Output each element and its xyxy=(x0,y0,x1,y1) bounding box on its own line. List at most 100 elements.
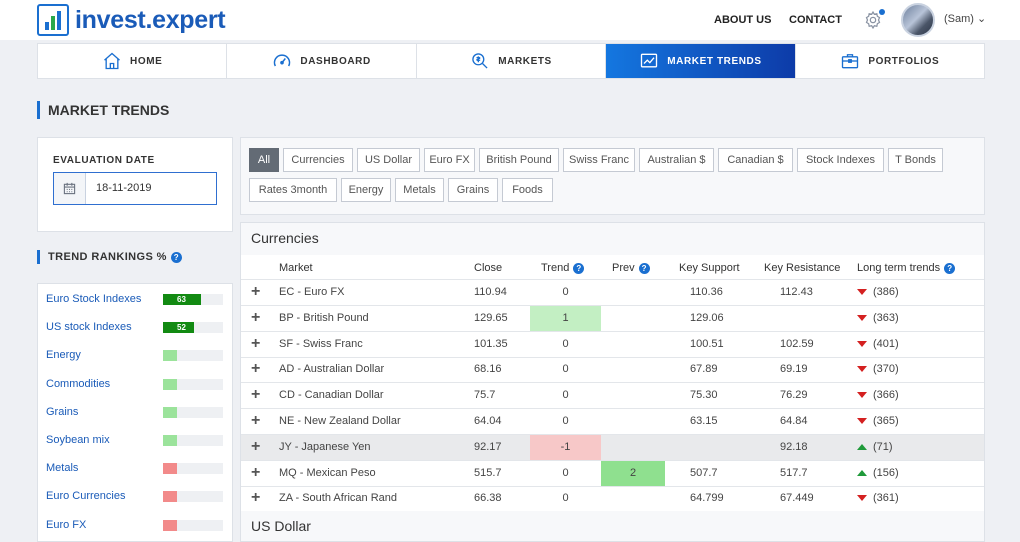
ranking-item[interactable]: Euro FX -23 xyxy=(38,511,234,539)
filter-energy[interactable]: Energy xyxy=(341,178,391,202)
ranking-bar: 12 xyxy=(163,378,223,390)
cell-prev: 2 xyxy=(601,460,665,486)
table-row[interactable]: + SF - Swiss Franc 101.35 0 100.51 102.59 (401… xyxy=(241,332,984,358)
tab-market-trends[interactable]: MARKET TRENDS xyxy=(606,44,796,78)
contact-link[interactable]: CONTACT xyxy=(789,14,842,26)
tab-home[interactable]: HOME xyxy=(38,44,228,78)
expand-plus-icon[interactable]: + xyxy=(251,306,260,330)
ranking-fill: 6 xyxy=(163,406,177,418)
ranking-fill: -20 xyxy=(163,463,177,475)
cell-close: 110.94 xyxy=(474,286,507,298)
ranking-item[interactable]: Energy 24 xyxy=(38,341,234,369)
table-row[interactable]: + NE - New Zealand Dollar 64.04 0 63.15 64.84… xyxy=(241,409,984,435)
page-title: MARKET TRENDS xyxy=(37,101,169,119)
table-row[interactable]: + MQ - Mexican Peso 515.7 0 2 507.7 517.7 (156) xyxy=(241,460,984,487)
cell-long-term: (363) xyxy=(857,306,899,331)
brand-logo[interactable]: invest.expert xyxy=(37,4,226,36)
cell-key-support: 507.7 xyxy=(690,466,718,479)
table-row[interactable]: + JY - Japanese Yen 92.17 -1 92.18 (71) xyxy=(241,434,984,461)
header-prev-label: Prev xyxy=(612,262,635,274)
expand-plus-icon[interactable]: + xyxy=(251,486,260,510)
long-term-count: (386) xyxy=(873,286,899,298)
ranking-item[interactable]: US stock Indexes 52 xyxy=(38,313,234,341)
expand-plus-icon[interactable]: + xyxy=(251,332,260,356)
ranking-name[interactable]: US stock Indexes xyxy=(46,321,132,333)
calendar-icon[interactable] xyxy=(54,173,86,204)
filter-canadian[interactable]: Canadian $ xyxy=(718,148,793,172)
ranking-item[interactable]: Soybean mix 2 xyxy=(38,426,234,454)
help-icon[interactable]: ? xyxy=(170,251,182,263)
cell-long-term: (366) xyxy=(857,383,899,408)
filter-stock-indexes[interactable]: Stock Indexes xyxy=(797,148,884,172)
filter-euro-fx[interactable]: Euro FX xyxy=(424,148,475,172)
cell-trend: 0 xyxy=(562,363,569,376)
evaluation-date-input[interactable]: 18-11-2019 xyxy=(53,172,217,205)
filter-all[interactable]: All xyxy=(249,148,279,172)
group-header-us-dollar: US Dollar xyxy=(241,511,984,541)
cell-key-support: 63.15 xyxy=(690,415,718,427)
evaluation-date-value: 18-11-2019 xyxy=(96,182,152,194)
user-name: (Sam) xyxy=(944,13,974,25)
cell-key-support: 75.30 xyxy=(690,389,718,402)
expand-plus-icon[interactable]: + xyxy=(251,357,260,381)
expand-plus-icon[interactable]: + xyxy=(251,409,260,433)
help-icon[interactable]: ? xyxy=(638,262,650,274)
filter-swiss-franc[interactable]: Swiss Franc xyxy=(563,148,635,172)
table-row[interactable]: + EC - Euro FX 110.94 0 110.36 112.43 (386) xyxy=(241,280,984,306)
ranking-name[interactable]: Grains xyxy=(46,406,78,418)
ranking-item[interactable]: Commodities 12 xyxy=(38,370,234,398)
ranking-name[interactable]: Euro FX xyxy=(46,519,86,531)
expand-plus-icon[interactable]: + xyxy=(251,435,260,459)
cell-key-support: 129.06 xyxy=(690,311,724,324)
filter-grains[interactable]: Grains xyxy=(448,178,498,202)
ranking-item[interactable]: Euro Currencies -20 xyxy=(38,482,234,510)
ranking-fill: 52 xyxy=(163,322,195,334)
ranking-fill: -20 xyxy=(163,491,177,503)
help-icon[interactable]: ? xyxy=(573,262,585,274)
ranking-item[interactable]: Metals -20 xyxy=(38,454,234,482)
table-row[interactable]: + AD - Australian Dollar 68.16 0 67.89 69.19 (… xyxy=(241,357,984,384)
ranking-fill: 12 xyxy=(163,378,177,390)
tab-markets[interactable]: MARKETS xyxy=(417,44,607,78)
table-row[interactable]: + BP - British Pound 129.65 1 129.06 (363) xyxy=(241,305,984,332)
ranking-name[interactable]: Euro Stock Indexes xyxy=(46,293,141,305)
filter-metals[interactable]: Metals xyxy=(395,178,444,202)
filter-us-dollar[interactable]: US Dollar xyxy=(357,148,420,172)
market-trends-table: Currencies Market Close Trend? Prev? Key… xyxy=(240,222,985,542)
ranking-name[interactable]: Energy xyxy=(46,349,81,361)
ranking-bar: 6 xyxy=(163,406,223,418)
user-menu[interactable]: (Sam) ⌄ xyxy=(944,12,986,25)
filter-currencies[interactable]: Currencies xyxy=(283,148,353,172)
help-icon[interactable]: ? xyxy=(944,262,956,274)
expand-plus-icon[interactable]: + xyxy=(251,383,260,407)
cell-key-resistance: 92.18 xyxy=(780,440,808,453)
cell-market: JY - Japanese Yen xyxy=(279,440,371,453)
triangle-down-icon xyxy=(857,392,867,399)
tab-dashboard[interactable]: DASHBOARD xyxy=(227,44,417,78)
ranking-bar: 52 xyxy=(163,322,223,334)
evaluation-date-card: EVALUATION DATE 18-11-2019 xyxy=(37,137,233,232)
expand-plus-icon[interactable]: + xyxy=(251,461,260,485)
triangle-down-icon xyxy=(857,495,867,502)
ranking-name[interactable]: Metals xyxy=(46,462,78,474)
cell-prev xyxy=(601,383,665,408)
filter-foods[interactable]: Foods xyxy=(502,178,553,202)
filter-british-pound[interactable]: British Pound xyxy=(479,148,559,172)
filter-t-bonds[interactable]: T Bonds xyxy=(888,148,943,172)
avatar[interactable] xyxy=(901,3,935,37)
ranking-name[interactable]: Euro Currencies xyxy=(46,490,125,502)
long-term-count: (365) xyxy=(873,415,899,427)
ranking-item[interactable]: Euro Stock Indexes 63 xyxy=(38,285,234,313)
about-us-link[interactable]: ABOUT US xyxy=(714,14,771,26)
filter-rates-3month[interactable]: Rates 3month xyxy=(249,178,337,202)
table-row[interactable]: + CD - Canadian Dollar 75.7 0 75.30 76.29 (366… xyxy=(241,383,984,410)
triangle-down-icon xyxy=(857,289,867,296)
filter-australian[interactable]: Australian $ xyxy=(639,148,714,172)
ranking-item[interactable]: Grains 6 xyxy=(38,398,234,426)
ranking-name[interactable]: Soybean mix xyxy=(46,434,110,446)
ranking-name[interactable]: Commodities xyxy=(46,378,110,390)
table-row[interactable]: + ZA - South African Rand 66.38 0 64.799 67.4… xyxy=(241,486,984,513)
tab-portfolios[interactable]: PORTFOLIOS xyxy=(796,44,984,78)
cell-key-support: 110.36 xyxy=(690,286,723,298)
expand-plus-icon[interactable]: + xyxy=(251,280,260,304)
